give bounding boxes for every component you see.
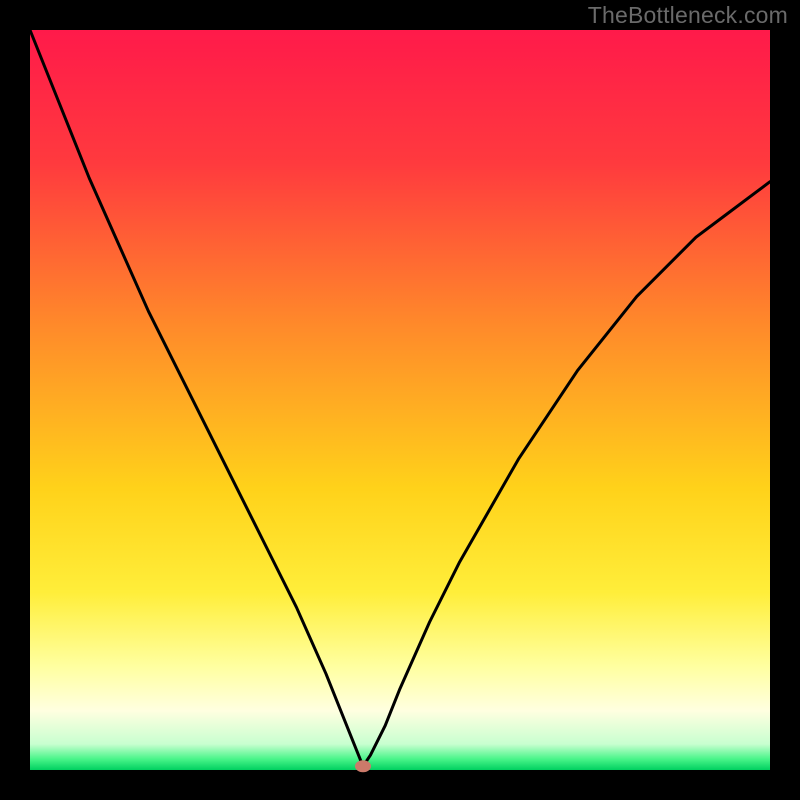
optimal-point-marker — [355, 760, 371, 772]
plot-background — [30, 30, 770, 770]
bottleneck-chart — [0, 0, 800, 800]
watermark-label: TheBottleneck.com — [588, 2, 788, 29]
chart-container: TheBottleneck.com — [0, 0, 800, 800]
